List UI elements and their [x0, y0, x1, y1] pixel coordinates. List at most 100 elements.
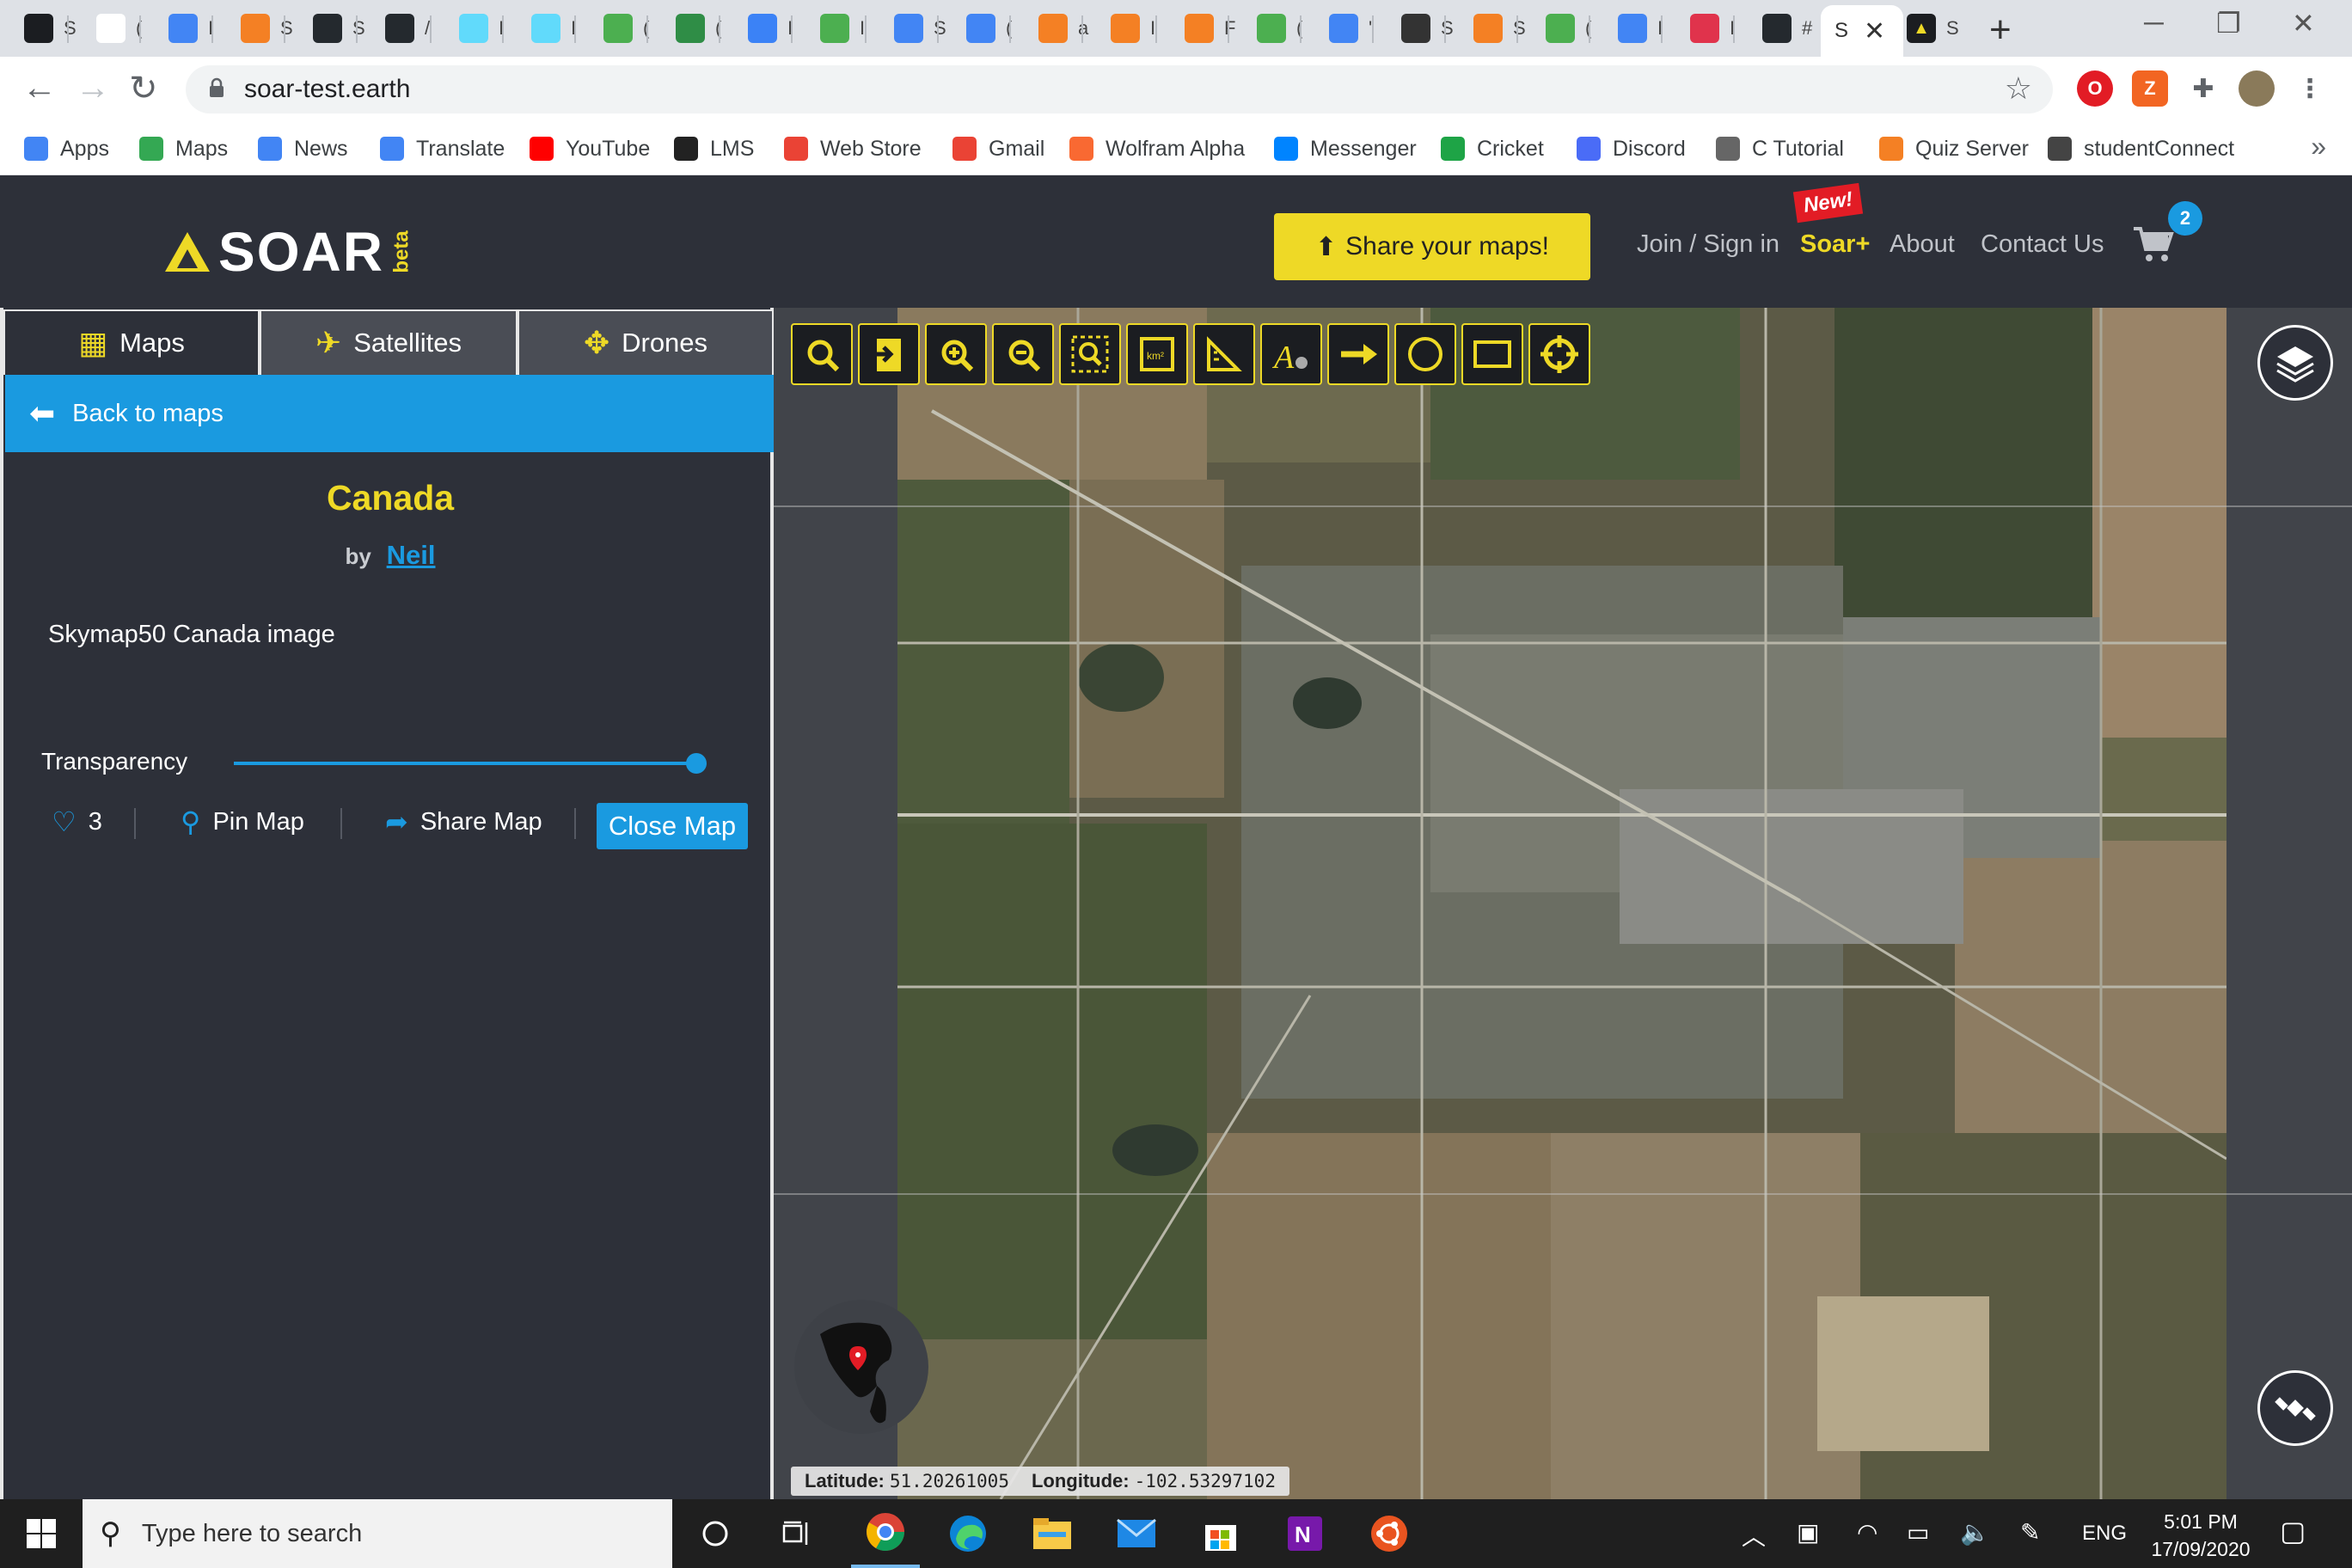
zoom-out-tool-button[interactable]	[992, 323, 1054, 385]
cortana-icon[interactable]	[681, 1499, 750, 1568]
browser-tab[interactable]: '	[1305, 0, 1382, 57]
soar-logo[interactable]: SOAR beta	[163, 220, 423, 284]
browser-tab[interactable]: S	[289, 0, 366, 57]
store-taskbar-icon[interactable]	[1186, 1499, 1255, 1568]
contact-us-link[interactable]: Contact Us	[1981, 230, 2104, 259]
arrow-tool-button[interactable]	[1327, 323, 1389, 385]
taskbar-search[interactable]: ⚲ Type here to search	[83, 1499, 672, 1568]
browser-tab[interactable]: (	[72, 0, 150, 57]
share-map-button[interactable]: ➦ Share Map	[385, 798, 542, 846]
author-link[interactable]: Neil	[387, 540, 436, 570]
import-tool-button[interactable]	[858, 323, 920, 385]
browser-tab[interactable]: I	[1666, 0, 1743, 57]
wifi-icon[interactable]: ◠	[1857, 1518, 1877, 1547]
circle-tool-button[interactable]	[1394, 323, 1456, 385]
satellite-view-button[interactable]	[2257, 1370, 2333, 1446]
browser-tab[interactable]: S	[0, 0, 77, 57]
browser-tab[interactable]: (	[1522, 0, 1599, 57]
cart-icon[interactable]	[2132, 225, 2175, 263]
bookmark-gmail[interactable]: Gmail	[952, 122, 1044, 175]
forward-icon[interactable]: →	[76, 69, 110, 107]
adblock-extension-icon[interactable]: O	[2077, 70, 2113, 107]
bookmark-lms[interactable]: LMS	[674, 122, 754, 175]
address-bar[interactable]: soar-test.earth ☆	[186, 65, 2053, 113]
browser-tab[interactable]: a	[1014, 0, 1092, 57]
browser-tab[interactable]: S	[217, 0, 294, 57]
search-tool-button[interactable]	[791, 323, 853, 385]
profile-avatar[interactable]	[2239, 70, 2275, 107]
extension-icon[interactable]: Z	[2132, 70, 2168, 107]
reload-icon[interactable]: ↻	[129, 69, 158, 108]
bookmark-apps[interactable]: Apps	[24, 122, 109, 175]
back-icon[interactable]: ←	[22, 69, 57, 107]
transparency-slider-track[interactable]	[234, 762, 696, 765]
browser-tab[interactable]: #	[1738, 0, 1816, 57]
bookmark-youtube[interactable]: YouTube	[530, 122, 650, 175]
system-clock[interactable]: 5:01 PM 17/09/2020	[2141, 1508, 2261, 1563]
browser-tab[interactable]: (	[942, 0, 1020, 57]
share-your-maps-button[interactable]: ⬆ Share your maps!	[1274, 213, 1590, 280]
text-annotate-tool-button[interactable]: A	[1260, 323, 1322, 385]
bookmark-wolfram-alpha[interactable]: Wolfram Alpha	[1069, 122, 1245, 175]
bookmark-star-icon[interactable]: ☆	[2005, 70, 2032, 107]
browser-tab[interactable]: (	[652, 0, 729, 57]
tab-maps[interactable]: ▦ Maps	[3, 309, 260, 375]
chrome-taskbar-icon[interactable]	[851, 1499, 920, 1568]
tray-overflow-icon[interactable]: ︿	[1742, 1518, 1766, 1553]
browser-tab[interactable]: I	[796, 0, 873, 57]
browser-tab[interactable]: S	[870, 0, 947, 57]
browser-tab[interactable]: I	[507, 0, 585, 57]
start-button[interactable]	[0, 1499, 83, 1568]
pen-icon[interactable]: ✎	[2020, 1518, 2040, 1547]
soar-plus-link[interactable]: Soar+	[1800, 230, 1870, 259]
notifications-icon[interactable]: ▢	[2280, 1515, 2306, 1547]
bookmark-news[interactable]: News	[258, 122, 348, 175]
browser-tab[interactable]: /	[361, 0, 438, 57]
transparency-slider-thumb[interactable]	[686, 753, 707, 774]
browser-tab[interactable]: I	[1087, 0, 1164, 57]
new-tab-button[interactable]: +	[1989, 9, 2012, 52]
bookmark-maps[interactable]: Maps	[139, 122, 228, 175]
edge-taskbar-icon[interactable]	[934, 1499, 1002, 1568]
pin-map-button[interactable]: ⚲ Pin Map	[181, 798, 304, 846]
tray-app-icon[interactable]: ▣	[1797, 1518, 1819, 1547]
browser-tab[interactable]: S	[1449, 0, 1527, 57]
restore-button[interactable]: ❐	[2216, 7, 2241, 40]
browser-tab[interactable]: I	[724, 0, 801, 57]
layers-button[interactable]	[2257, 325, 2333, 401]
world-minimap[interactable]	[794, 1300, 928, 1434]
back-to-maps-button[interactable]: ⬅ Back to maps	[5, 375, 775, 452]
onenote-taskbar-icon[interactable]: N	[1271, 1499, 1339, 1568]
bookmark-c-tutorial[interactable]: C Tutorial	[1716, 122, 1844, 175]
zoom-in-tool-button[interactable]	[925, 323, 987, 385]
about-link[interactable]: About	[1890, 230, 1955, 259]
language-indicator[interactable]: ENG	[2082, 1522, 2127, 1546]
bookmark-translate[interactable]: Translate	[380, 122, 505, 175]
join-sign-in-link[interactable]: Join / Sign in	[1637, 230, 1779, 259]
tab-satellites[interactable]: ✈ Satellites	[260, 309, 518, 375]
browser-tab[interactable]: (	[1233, 0, 1310, 57]
crosshair-tool-button[interactable]	[1528, 323, 1590, 385]
minimize-button[interactable]: ─	[2144, 7, 2164, 39]
browser-tab[interactable]: I	[1594, 0, 1671, 57]
browser-tab[interactable]: I	[144, 0, 222, 57]
browser-tab[interactable]: I	[435, 0, 512, 57]
mail-taskbar-icon[interactable]	[1102, 1499, 1171, 1568]
browser-tab[interactable]: F	[1161, 0, 1238, 57]
task-view-icon[interactable]	[763, 1499, 832, 1568]
browser-tab[interactable]: S	[1377, 0, 1455, 57]
tab-drones[interactable]: ✥ Drones	[518, 309, 774, 375]
ruler-tool-button[interactable]	[1193, 323, 1255, 385]
bookmark-cricket[interactable]: Cricket	[1441, 122, 1544, 175]
puzzle-extensions-icon[interactable]: ✚	[2185, 70, 2221, 107]
rectangle-tool-button[interactable]	[1461, 323, 1523, 385]
bookmark-discord[interactable]: Discord	[1577, 122, 1686, 175]
like-button[interactable]: ♡ 3	[52, 798, 102, 846]
volume-icon[interactable]: 🔈	[1960, 1518, 1990, 1547]
map-view[interactable]: km² A Latitude: 51.20261005 Longitude: -1…	[774, 308, 2352, 1499]
browser-tab[interactable]: (	[579, 0, 657, 57]
ubuntu-taskbar-icon[interactable]	[1355, 1499, 1424, 1568]
menu-icon[interactable]: ⋮	[2292, 70, 2328, 107]
close-window-button[interactable]: ✕	[2292, 7, 2315, 40]
battery-icon[interactable]: ▭	[1907, 1518, 1929, 1547]
